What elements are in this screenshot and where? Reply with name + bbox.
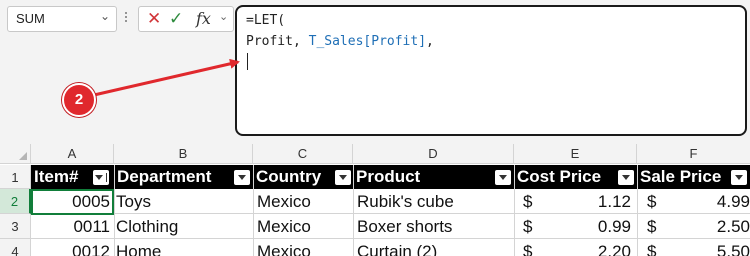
formula-name: Profit, — [246, 34, 309, 49]
cell-cost-price[interactable]: 0.99 — [551, 214, 631, 238]
formula-input[interactable]: =LET( Profit, T_Sales[Profit], — [235, 5, 747, 136]
cell-cost-price[interactable]: 2.20 — [551, 239, 631, 256]
filter-dropdown-icon — [735, 175, 743, 180]
step-badge: 2 — [62, 83, 96, 117]
sort-icon — [95, 175, 103, 180]
enter-icon[interactable]: ✓ — [169, 10, 183, 28]
column-header-b[interactable]: B — [114, 144, 253, 164]
insert-function-icon[interactable]: fx — [196, 9, 211, 28]
cell-department[interactable]: Toys — [116, 189, 251, 213]
chevron-down-icon[interactable]: ⌄ — [219, 10, 228, 23]
filter-dropdown-icon — [622, 175, 630, 180]
filter-dropdown-icon — [238, 175, 246, 180]
row-header-3[interactable]: 3 — [0, 214, 31, 239]
cell-department[interactable]: Home — [116, 239, 251, 256]
cell-sale-price[interactable]: 2.50 — [671, 214, 750, 238]
cell-product[interactable]: Boxer shorts — [357, 214, 512, 238]
cell-sale-currency: $ — [647, 242, 657, 256]
cell-cost-price[interactable]: 1.12 — [551, 189, 631, 213]
formula-line-2: Profit, T_Sales[Profit], — [246, 34, 434, 49]
column-header-c[interactable]: C — [253, 144, 353, 164]
select-all-corner[interactable] — [0, 144, 31, 164]
cell-product[interactable]: Curtain (2) — [357, 239, 512, 256]
cell-item[interactable]: 0012 — [31, 239, 110, 256]
filter-dropdown-icon — [339, 175, 347, 180]
header-product: Product — [356, 167, 421, 186]
column-header-f[interactable]: F — [637, 144, 750, 164]
table-row: 0012 Home Mexico Curtain (2) $ 2.20 $ 5.… — [31, 239, 750, 256]
cell-country[interactable]: Mexico — [257, 189, 352, 213]
cell-cost-currency: $ — [523, 217, 533, 236]
drag-handle[interactable] — [124, 10, 128, 28]
row-header-4[interactable]: 4 — [0, 239, 31, 256]
header-department: Department — [117, 167, 212, 186]
text-cursor — [247, 53, 248, 70]
cell-cost-currency: $ — [523, 192, 533, 211]
cell-sale-price[interactable]: 4.99 — [671, 189, 750, 213]
formula-controls: ✕ ✓ fx ⌄ — [138, 6, 234, 32]
cell-sale-currency: $ — [647, 192, 657, 211]
filter-button[interactable] — [234, 170, 250, 185]
name-box-value: SUM — [16, 11, 45, 26]
table-row: 0011 Clothing Mexico Boxer shorts $ 0.99… — [31, 214, 750, 239]
cell-country[interactable]: Mexico — [257, 214, 352, 238]
cell-item[interactable]: 0011 — [31, 214, 110, 238]
formula-line-1: =LET( — [246, 13, 286, 28]
filter-button[interactable] — [618, 170, 634, 185]
filter-button[interactable] — [495, 170, 511, 185]
formula-reference: T_Sales[Profit] — [308, 34, 427, 49]
column-header-a[interactable]: A — [31, 144, 114, 164]
cell-sale-currency: $ — [647, 217, 657, 236]
active-cell-outline — [31, 189, 114, 215]
table-row: 0005 Toys Mexico Rubik's cube $ 1.12 $ 4… — [31, 189, 750, 214]
formula-comma: , — [426, 34, 434, 49]
column-header-d[interactable]: D — [353, 144, 514, 164]
row-header-1[interactable]: 1 — [0, 165, 31, 189]
filter-button[interactable] — [335, 170, 351, 185]
cell-country[interactable]: Mexico — [257, 239, 352, 256]
row-header-2[interactable]: 2 — [0, 189, 31, 214]
filter-sort-button[interactable] — [93, 170, 109, 185]
name-box[interactable]: SUM ⌄ — [7, 6, 117, 32]
cell-cost-currency: $ — [523, 242, 533, 256]
cancel-icon[interactable]: ✕ — [147, 10, 161, 28]
chevron-down-icon[interactable]: ⌄ — [100, 9, 110, 23]
cell-product[interactable]: Rubik's cube — [357, 189, 512, 213]
cell-department[interactable]: Clothing — [116, 214, 251, 238]
column-header-e[interactable]: E — [514, 144, 637, 164]
filter-button[interactable] — [731, 170, 747, 185]
table-header-row: Item# Department Country Product Cost Pr… — [31, 165, 750, 189]
cell-sale-price[interactable]: 5.50 — [671, 239, 750, 256]
filter-dropdown-icon — [499, 175, 507, 180]
